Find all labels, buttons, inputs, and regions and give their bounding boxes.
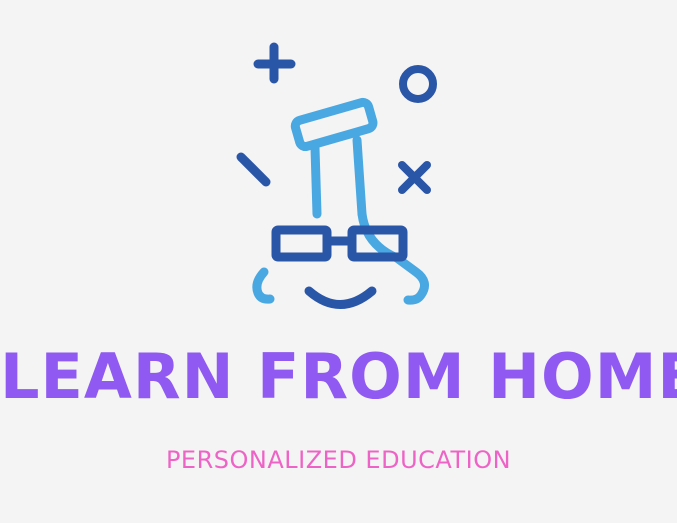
dash-icon [236, 152, 271, 187]
flask-icon [252, 97, 429, 305]
cross-icon [398, 161, 431, 194]
logo-mark [236, 42, 437, 309]
glasses-icon [271, 225, 408, 262]
plus-icon [253, 42, 296, 84]
brand-name: LEARN FROM HOME [0, 340, 677, 413]
circle-icon [399, 65, 437, 103]
logo-page: LEARN FROM HOME PERSONALIZED EDUCATION [0, 0, 677, 523]
smile-icon [304, 286, 377, 309]
brand-tagline: PERSONALIZED EDUCATION [165, 446, 512, 474]
